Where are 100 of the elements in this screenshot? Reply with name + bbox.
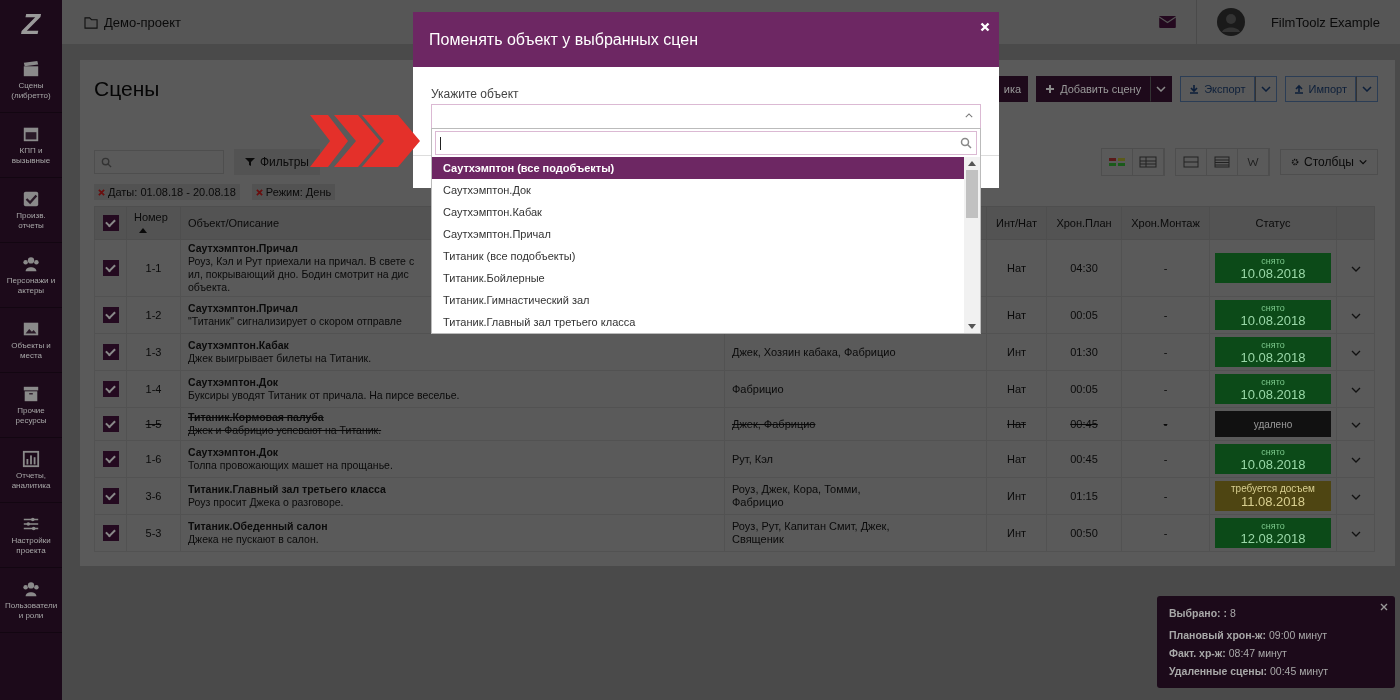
summary-line: Факт. хр-ж: 08:47 минут: [1169, 646, 1287, 661]
caret-down-icon[interactable]: [1350, 422, 1361, 428]
remove-icon: [255, 188, 263, 196]
caret-down-icon: [1260, 86, 1271, 92]
sidebar-item[interactable]: Пользователи и роли: [0, 568, 62, 633]
dropdown-caret-button[interactable]: [1254, 76, 1277, 102]
status-badge: снято 10.08.2018: [1215, 444, 1331, 474]
scene-object: Титаник.Обеденный салон: [188, 520, 328, 533]
scene-number: 1-6: [145, 453, 162, 465]
search-field[interactable]: [94, 150, 224, 174]
scene-number: 1-2: [145, 309, 162, 321]
caret-down-icon: [1358, 159, 1367, 165]
scene-description: Роуз просит Джека о разговоре.: [188, 496, 344, 509]
search-icon: [960, 137, 972, 149]
select-all-checkbox[interactable]: [102, 215, 119, 231]
caret-down-icon[interactable]: [1350, 266, 1361, 272]
caret-down-icon[interactable]: [1350, 457, 1361, 463]
download-icon: [1189, 84, 1200, 94]
row-checkbox[interactable]: [102, 488, 119, 504]
row-checkbox[interactable]: [102, 416, 119, 432]
int-ext-cell: Инт: [1007, 346, 1026, 358]
row-checkbox[interactable]: [102, 307, 119, 323]
int-ext-cell: Нат: [1007, 262, 1026, 274]
chart-icon: [22, 449, 40, 468]
dropdown-caret-button[interactable]: [1356, 76, 1378, 102]
caret-down-icon[interactable]: [1350, 494, 1361, 500]
status-badge: снято 10.08.2018: [1215, 374, 1331, 404]
planned-duration: 04:30: [1070, 262, 1098, 274]
sidebar-item[interactable]: Произв. отчеты: [0, 178, 62, 243]
scroll-up-icon[interactable]: [968, 161, 976, 166]
planned-duration: 00:50: [1070, 527, 1098, 539]
int-ext-cell: Нат: [1007, 453, 1026, 465]
sidebar-item[interactable]: Сцены (либретто): [0, 48, 62, 113]
row-checkbox[interactable]: [102, 381, 119, 397]
summary-line: Плановый хрон-ж: 09:00 минут: [1169, 628, 1328, 643]
app-logo[interactable]: Z: [0, 0, 62, 48]
int-ext-cell: Нат: [1007, 309, 1026, 321]
row-checkbox[interactable]: [102, 525, 119, 541]
dropdown-option[interactable]: Саутхэмптон.Док: [432, 179, 964, 201]
plus-icon: [1045, 84, 1056, 94]
avatar-icon[interactable]: [1216, 8, 1245, 36]
caret-down-icon[interactable]: [1350, 350, 1361, 356]
summary-line: Выбрано: : 8: [1169, 606, 1236, 621]
upload-icon: [1293, 84, 1304, 94]
dropdown-option[interactable]: Титаник.Главный зал третьего класса: [432, 311, 964, 333]
sidebar-item[interactable]: Персонажи и актеры: [0, 243, 62, 308]
field-label: Укажите объект: [431, 87, 519, 103]
scene-number: 1-4: [145, 383, 162, 395]
row-checkbox[interactable]: [102, 260, 119, 276]
int-ext-cell: Инт: [1007, 490, 1026, 502]
dropdown-option[interactable]: Саутхэмптон (все подобъекты): [432, 157, 964, 179]
sort-ascending-icon[interactable]: [139, 227, 147, 233]
sidebar-item[interactable]: КПП и вызывные: [0, 113, 62, 178]
planned-duration: 00:45: [1070, 453, 1098, 465]
scene-object: Титаник.Главный зал третьего класса: [188, 483, 386, 496]
scene-object: Титаник.Кормовая палуба: [188, 411, 324, 424]
scrollbar[interactable]: [964, 157, 980, 333]
dropdown-option[interactable]: Титаник.Гимнастический зал: [432, 289, 964, 311]
scene-number: 1-3: [145, 346, 162, 358]
caret-down-icon[interactable]: [1350, 531, 1361, 537]
dropdown-option[interactable]: Саутхэмптон.Причал: [432, 223, 964, 245]
scene-description: Джек и Фабрицио успевают на Титаник.: [188, 424, 382, 437]
edited-duration: -: [1163, 262, 1168, 274]
scene-actors: Рут, Кэл: [732, 452, 773, 466]
funnel-icon: [245, 157, 255, 167]
dropdown-option[interactable]: Титаник.Бойлерные: [432, 267, 964, 289]
planned-duration: 01:15: [1070, 490, 1098, 502]
people-icon: [22, 579, 40, 598]
edited-duration: -: [1163, 453, 1168, 465]
caret-down-icon[interactable]: [1350, 387, 1361, 393]
caret-down-icon[interactable]: [1350, 313, 1361, 319]
status-badge: удалено: [1215, 411, 1331, 437]
sidebar-item[interactable]: Отчеты, аналитика: [0, 438, 62, 503]
scene-object: Саутхэмптон.Док: [188, 446, 279, 459]
dropdown-caret-button[interactable]: [1150, 76, 1173, 102]
row-checkbox[interactable]: [102, 451, 119, 467]
gear-icon: [1291, 157, 1300, 167]
row-checkbox[interactable]: [102, 344, 119, 360]
scene-description: Буксиры уводят Титаник от причала. На пирсе веселье.: [188, 389, 460, 402]
planned-duration: 00:45: [1070, 418, 1098, 430]
edited-duration: -: [1163, 418, 1168, 430]
search-field[interactable]: [435, 131, 977, 155]
add-scene-button[interactable]: Добавить сцену: [1036, 76, 1151, 102]
scene-number: 5-3: [145, 527, 162, 539]
mail-icon[interactable]: [1158, 16, 1176, 28]
dropdown-option[interactable]: Саутхэмптон.Кабак: [432, 201, 964, 223]
sidebar-item[interactable]: Настройки проекта: [0, 503, 62, 568]
scroll-down-icon[interactable]: [968, 324, 976, 329]
caret-down-icon: [1362, 86, 1372, 92]
dropdown-option[interactable]: Титаник (все подобъекты): [432, 245, 964, 267]
sidebar-item[interactable]: Прочие ресурсы: [0, 373, 62, 438]
sidebar-item[interactable]: Объекты и места: [0, 308, 62, 373]
close-icon[interactable]: [1380, 603, 1388, 611]
clapper-icon: [22, 59, 40, 78]
scrollbar-thumb[interactable]: [966, 170, 978, 218]
modal-title: Поменять объект у выбранных сцен: [429, 30, 699, 49]
planned-duration: 00:05: [1070, 309, 1098, 321]
scene-actors: Фабрицио: [732, 382, 784, 396]
int-ext-cell: Нат: [1007, 383, 1026, 395]
edited-duration: -: [1163, 527, 1168, 539]
